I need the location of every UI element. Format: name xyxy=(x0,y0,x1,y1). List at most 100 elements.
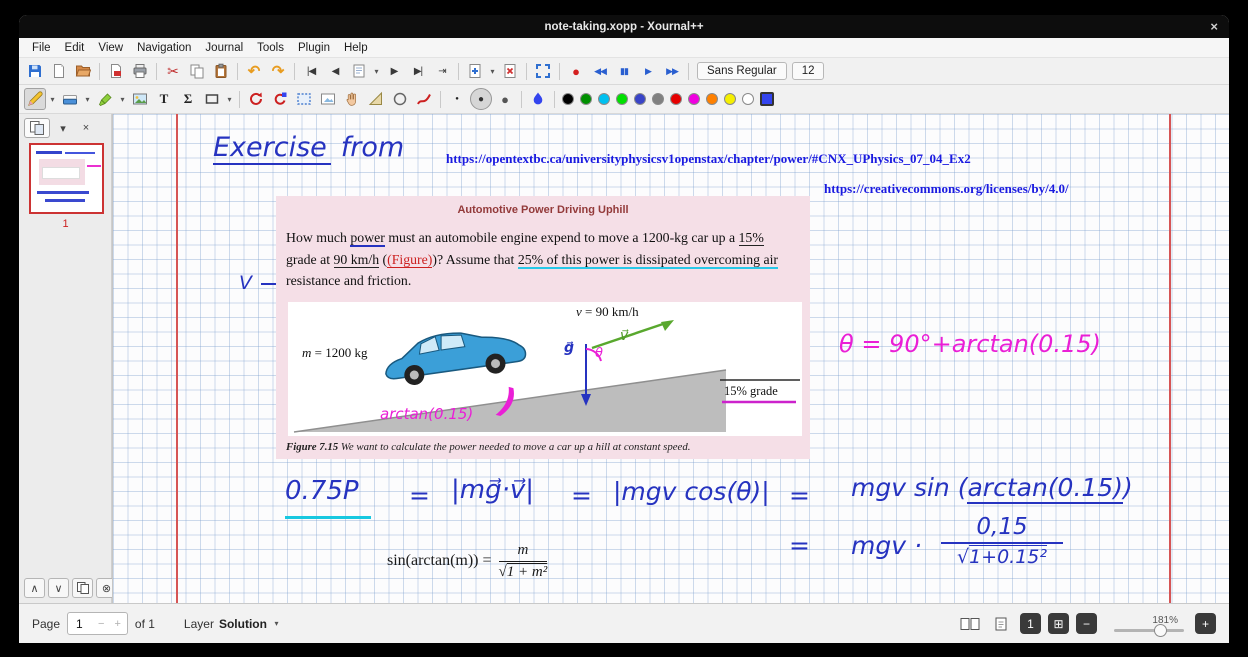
zoom-in-button[interactable]: + xyxy=(1195,613,1216,634)
play-button[interactable]: ▶ xyxy=(637,60,659,82)
color-swatch-blue[interactable] xyxy=(634,93,646,105)
first-page-button[interactable]: |◀ xyxy=(300,60,322,82)
color-swatch-lightgreen[interactable] xyxy=(616,93,628,105)
color-swatch-black[interactable] xyxy=(562,93,574,105)
sidebar-dropdown[interactable]: ▾ xyxy=(53,118,73,138)
menu-navigation[interactable]: Navigation xyxy=(130,40,198,56)
color-swatch-gray[interactable] xyxy=(652,93,664,105)
save-button[interactable] xyxy=(24,60,46,82)
zoom-fit-button[interactable]: ⊞ xyxy=(1048,613,1069,634)
select-region-button[interactable] xyxy=(293,88,315,110)
shape-tool-button[interactable] xyxy=(201,88,223,110)
source-url-link[interactable]: https://opentextbc.ca/universityphysicsv… xyxy=(446,151,971,167)
page-thumbnail[interactable] xyxy=(29,143,104,214)
zoom-slider-handle[interactable] xyxy=(1154,624,1167,637)
layer-dropdown-chevron[interactable]: ▾ xyxy=(272,619,281,628)
page-indicator[interactable]: 1 xyxy=(1020,613,1041,634)
hand-tool-button[interactable] xyxy=(341,88,363,110)
page-increment-button[interactable]: + xyxy=(112,618,122,630)
font-name-button[interactable]: Sans Regular xyxy=(697,62,787,80)
line-medium-button[interactable]: ● xyxy=(470,88,492,110)
snap-rotation-button[interactable] xyxy=(269,88,291,110)
undo-button[interactable]: ↶ xyxy=(243,60,265,82)
highlighter-options-dropdown[interactable]: ▾ xyxy=(118,95,127,104)
zoom-out-button[interactable]: − xyxy=(1076,613,1097,634)
new-document-button[interactable] xyxy=(48,60,70,82)
open-button[interactable] xyxy=(72,60,94,82)
page-decrement-button[interactable]: − xyxy=(96,618,106,630)
delete-page-button[interactable] xyxy=(499,60,521,82)
page-number-input[interactable]: 1 − + xyxy=(67,612,128,635)
presentation-mode-button[interactable] xyxy=(989,613,1013,635)
compass-tool-button[interactable] xyxy=(389,88,411,110)
move-down-button[interactable]: ∨ xyxy=(48,578,69,598)
color-swatch-lightblue[interactable] xyxy=(598,93,610,105)
paired-pages-button[interactable] xyxy=(958,613,982,635)
add-page-button[interactable] xyxy=(464,60,486,82)
forward-button[interactable]: ▶▶ xyxy=(661,60,683,82)
record-audio-button[interactable]: ● xyxy=(565,60,587,82)
menu-view[interactable]: View xyxy=(91,40,130,56)
color-swatch-magenta[interactable] xyxy=(688,93,700,105)
menu-file[interactable]: File xyxy=(25,40,58,56)
document-canvas[interactable]: Exercisefrom https://opentextbc.ca/unive… xyxy=(112,114,1229,603)
cut-button[interactable]: ✂ xyxy=(162,60,184,82)
duplicate-page-button[interactable] xyxy=(72,578,93,598)
text-tool-button[interactable]: T xyxy=(153,88,175,110)
eraser-options-dropdown[interactable]: ▾ xyxy=(83,95,92,104)
ruler-tool-button[interactable] xyxy=(365,88,387,110)
layer-selector[interactable]: Layer Solution ▾ xyxy=(184,617,281,631)
window-close-button[interactable]: × xyxy=(1210,15,1218,38)
font-size-button[interactable]: 12 xyxy=(792,62,825,80)
goto-page-dropdown[interactable]: ▾ xyxy=(372,67,381,76)
menu-tools[interactable]: Tools xyxy=(250,40,291,56)
fullscreen-button[interactable] xyxy=(532,60,554,82)
menu-journal[interactable]: Journal xyxy=(198,40,250,56)
line-thick-button[interactable]: ● xyxy=(494,88,516,110)
titlebar[interactable]: note-taking.xopp - Xournal++ × xyxy=(19,15,1229,38)
menu-help[interactable]: Help xyxy=(337,40,375,56)
menu-plugin[interactable]: Plugin xyxy=(291,40,337,56)
rewind-button[interactable]: ◀◀ xyxy=(589,60,611,82)
color-swatch-orange[interactable] xyxy=(706,93,718,105)
select-object-button[interactable] xyxy=(317,88,339,110)
license-url-link[interactable]: https://creativecommons.org/licenses/by/… xyxy=(824,181,1069,197)
color-swatch-white[interactable] xyxy=(742,93,754,105)
fill-tool-button[interactable] xyxy=(527,88,549,110)
pen-tool-button[interactable] xyxy=(24,88,46,110)
shape-options-dropdown[interactable]: ▾ xyxy=(225,95,234,104)
previous-page-button[interactable]: ◀ xyxy=(324,60,346,82)
line-thin-button[interactable]: ● xyxy=(446,88,468,110)
spline-tool-button[interactable] xyxy=(413,88,435,110)
hand-icon xyxy=(344,91,360,107)
sidebar-close-button[interactable]: × xyxy=(76,118,96,138)
goto-page-button[interactable] xyxy=(348,60,370,82)
redo-button[interactable]: ↷ xyxy=(267,60,289,82)
print-button[interactable] xyxy=(129,60,151,82)
next-annotated-page-button[interactable]: ⇥ xyxy=(431,60,453,82)
menu-edit[interactable]: Edit xyxy=(58,40,92,56)
fraction-denominator: √1+0.15² xyxy=(957,546,1047,568)
move-up-button[interactable]: ∧ xyxy=(24,578,45,598)
copy-button[interactable] xyxy=(186,60,208,82)
shape-recognizer-button[interactable] xyxy=(245,88,267,110)
pause-button[interactable]: ▮▮ xyxy=(613,60,635,82)
image-tool-button[interactable] xyxy=(129,88,151,110)
export-pdf-button[interactable] xyxy=(105,60,127,82)
paste-button[interactable] xyxy=(210,60,232,82)
next-page-button[interactable]: ▶ xyxy=(383,60,405,82)
selected-color-swatch[interactable] xyxy=(760,92,774,106)
highlighter-tool-button[interactable] xyxy=(94,88,116,110)
eraser-tool-button[interactable] xyxy=(59,88,81,110)
color-swatch-yellow[interactable] xyxy=(724,93,736,105)
preview-layout-button[interactable] xyxy=(24,118,50,138)
color-swatch-green[interactable] xyxy=(580,93,592,105)
last-page-button[interactable]: ▶| xyxy=(407,60,429,82)
color-swatch-red[interactable] xyxy=(670,93,682,105)
add-page-dropdown[interactable]: ▾ xyxy=(488,67,497,76)
pen-options-dropdown[interactable]: ▾ xyxy=(48,95,57,104)
math-tex-tool-button[interactable]: Σ xyxy=(177,88,199,110)
zoom-slider[interactable] xyxy=(1114,629,1184,632)
select-object-icon xyxy=(320,91,336,107)
fullscreen-icon xyxy=(535,63,551,79)
